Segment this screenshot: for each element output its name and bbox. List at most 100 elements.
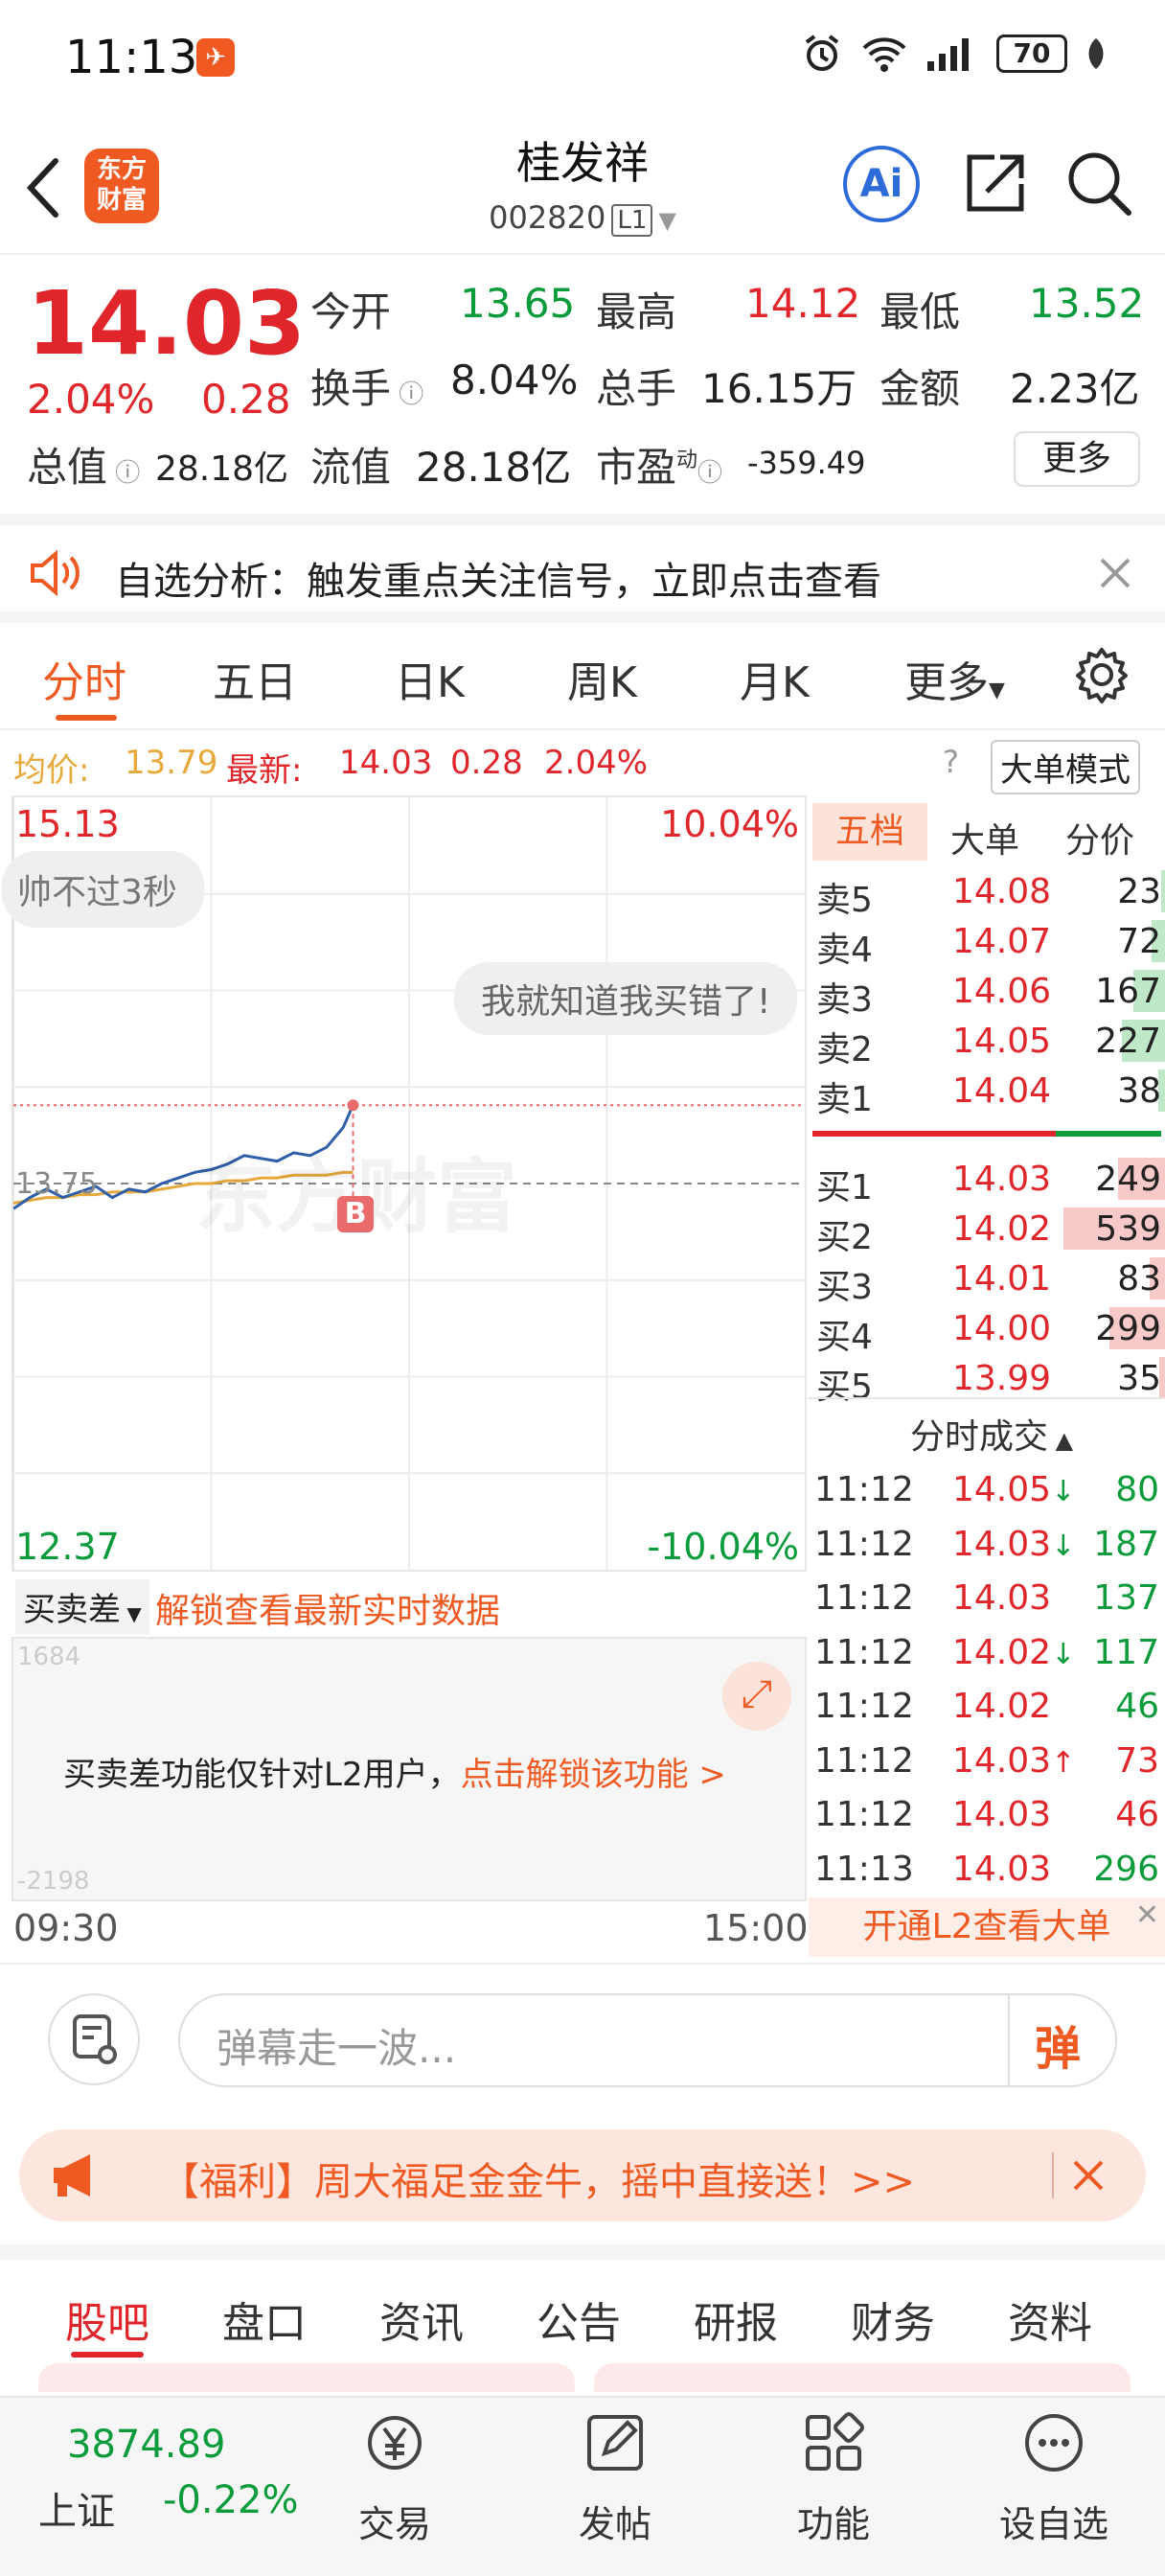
pe-label: 市盈动ⓘ [596, 444, 723, 491]
notice-bar[interactable]: 自选分析：触发重点关注信号，立即点击查看 [0, 514, 1165, 623]
tab-price-dist[interactable]: 分价 [1065, 813, 1134, 862]
bid-level[interactable]: 买2 14.02 539 [809, 1204, 1165, 1257]
wifi-icon [862, 37, 906, 72]
close-icon[interactable]: ✕ [1135, 1886, 1159, 1945]
tab-intraday[interactable]: 分时 [42, 648, 126, 709]
period-tabs: 分时 五日 日K 周K 月K 更多▼ [0, 623, 1165, 730]
chart-top-pct: 10.04% [660, 803, 799, 845]
tab-news[interactable]: 资讯 [379, 2288, 464, 2350]
caret-down-icon: ▼ [121, 1602, 142, 1625]
bid-level[interactable]: 买4 14.00 299 [809, 1303, 1165, 1357]
l2-upgrade-banner[interactable]: 开通L2查看大单 ✕ [809, 1898, 1165, 1957]
ask-label: 卖1 [816, 1080, 873, 1119]
change-value: 0.28 [201, 376, 291, 423]
ask-bid-ratio-bar-red [812, 1131, 1056, 1137]
ask-level[interactable]: 卖1 14.04 38 [809, 1066, 1165, 1119]
avg-label: 均价: [13, 751, 90, 790]
search-icon[interactable] [1065, 150, 1134, 218]
buy-marker[interactable]: B [337, 1196, 374, 1232]
danmaku-bubble: 帅不过3秒 [2, 851, 204, 928]
pe-superscript: 动 [676, 448, 698, 472]
close-icon[interactable] [1071, 2158, 1106, 2193]
tab-finance[interactable]: 财务 [851, 2288, 935, 2350]
share-icon[interactable] [962, 150, 1029, 217]
tab-more[interactable]: 更多▼ [904, 648, 1005, 709]
promo-banner[interactable]: 【福利】周大福足金金牛，摇中直接送！>> [19, 2129, 1146, 2221]
tab-five-day[interactable]: 五日 [213, 648, 297, 709]
trade-volume: 73 [1115, 1740, 1159, 1781]
sub-chart-top: 1684 [17, 1643, 81, 1671]
nav-functions[interactable]: 功能 [757, 2409, 910, 2547]
bid-level[interactable]: 买1 14.03 249 [809, 1154, 1165, 1208]
nav-add-watchlist[interactable]: 设自选 [977, 2409, 1131, 2547]
unlock-link[interactable]: 解锁查看最新实时数据 [155, 1583, 500, 1633]
bottom-nav: 3874.89 上证 -0.22% 交易 发帖 功能 设自选 [0, 2396, 1165, 2576]
danmaku-input[interactable]: 弹幕走一波... 弹 [178, 1993, 1117, 2087]
chart-top-price: 15.13 [15, 803, 120, 845]
nav-post[interactable]: 发帖 [538, 2409, 692, 2547]
trade-row: 11:12 14.05↓ 80 [809, 1464, 1165, 1518]
ask-level[interactable]: 卖4 14.07 72 [809, 916, 1165, 970]
market-cap-label: 总值 ⓘ [27, 444, 141, 491]
battery-indicator: 70 [996, 34, 1067, 73]
notification-app-icon: ✈ [196, 38, 235, 77]
bid-level[interactable]: 买3 14.01 83 [809, 1254, 1165, 1307]
expand-icon[interactable]: ⤢ [722, 1662, 791, 1731]
status-time: 11:13 [65, 31, 198, 84]
notice-text: 自选分析：触发重点关注信号，立即点击查看 [115, 560, 881, 604]
ask-level[interactable]: 卖3 14.06 167 [809, 966, 1165, 1020]
ask-level[interactable]: 卖2 14.05 227 [809, 1016, 1165, 1070]
tab-profile[interactable]: 资料 [1008, 2288, 1092, 2350]
stock-code: 002820 [489, 199, 606, 236]
info-icon[interactable]: ⓘ [391, 380, 423, 409]
latest-price-dot [347, 1099, 359, 1112]
bid-price: 14.00 [952, 1309, 1052, 1348]
tab-forum[interactable]: 股吧 [65, 2288, 149, 2350]
indicator-select[interactable]: 买卖差 ▼ [15, 1579, 149, 1634]
leaf-icon [1088, 38, 1104, 69]
tab-monthly-k[interactable]: 月K [740, 648, 810, 709]
bid-level[interactable]: 买5 13.99 35 [809, 1353, 1165, 1407]
tab-research[interactable]: 研报 [694, 2288, 778, 2350]
trade-row: 11:12 14.02 46 [809, 1681, 1165, 1735]
tab-large-orders[interactable]: 大单 [950, 813, 1019, 862]
trade-row: 11:12 14.03 46 [809, 1789, 1165, 1843]
send-danmaku-button[interactable]: 弹 [1035, 2011, 1081, 2078]
intraday-chart[interactable]: 15.13 10.04% 12.37 -10.04% 13.75 东方财富 帅不… [2, 795, 807, 1572]
large-order-mode-button[interactable]: 大单模式 [991, 740, 1140, 794]
amount-label: 金额 [879, 365, 961, 412]
info-icon[interactable]: ⓘ [107, 459, 140, 488]
tab-announcements[interactable]: 公告 [537, 2288, 621, 2350]
trades-title[interactable]: 分时成交 ▲ [910, 1409, 1073, 1459]
tab-five-levels[interactable]: 五档 [812, 803, 927, 861]
level-badge: L1 [611, 204, 653, 237]
tab-market[interactable]: 盘口 [222, 2288, 307, 2350]
trade-time: 11:12 [814, 1470, 914, 1509]
trade-time: 11:13 [814, 1849, 914, 1889]
bid-price: 14.02 [952, 1209, 1052, 1249]
help-icon[interactable]: ? [943, 744, 959, 780]
stock-header: 东方财富 桂发祥 002820 L1 ▼ Ai [0, 115, 1165, 255]
trade-row: 11:12 14.02↓ 117 [809, 1627, 1165, 1681]
trade-time: 11:12 [814, 1632, 914, 1672]
ask-level[interactable]: 卖5 14.08 23 [809, 866, 1165, 920]
trade-time: 11:12 [814, 1795, 914, 1834]
more-button[interactable]: 更多 [1014, 431, 1140, 487]
ask-label: 卖5 [816, 881, 873, 920]
tab-daily-k[interactable]: 日K [395, 648, 465, 709]
megaphone-icon [54, 2154, 90, 2196]
tab-weekly-k[interactable]: 周K [567, 648, 637, 709]
grid-icon [806, 2412, 864, 2471]
bid-price: 14.03 [952, 1160, 1052, 1199]
nav-trade[interactable]: 交易 [318, 2409, 471, 2547]
trade-direction-icon: ↓ [1051, 1529, 1076, 1563]
settings-gear-icon[interactable] [1073, 646, 1131, 703]
sub-chart-unlock-link[interactable]: 点击解锁该功能 > [461, 1756, 726, 1794]
current-price: 14.03 [27, 272, 307, 375]
info-icon[interactable]: ⓘ [697, 459, 722, 488]
close-icon[interactable] [1098, 556, 1132, 590]
danmaku-settings-button[interactable] [48, 1993, 140, 2085]
ai-button[interactable]: Ai [843, 146, 920, 222]
time-start: 09:30 [13, 1907, 119, 1949]
active-tab-indicator [71, 2352, 144, 2358]
